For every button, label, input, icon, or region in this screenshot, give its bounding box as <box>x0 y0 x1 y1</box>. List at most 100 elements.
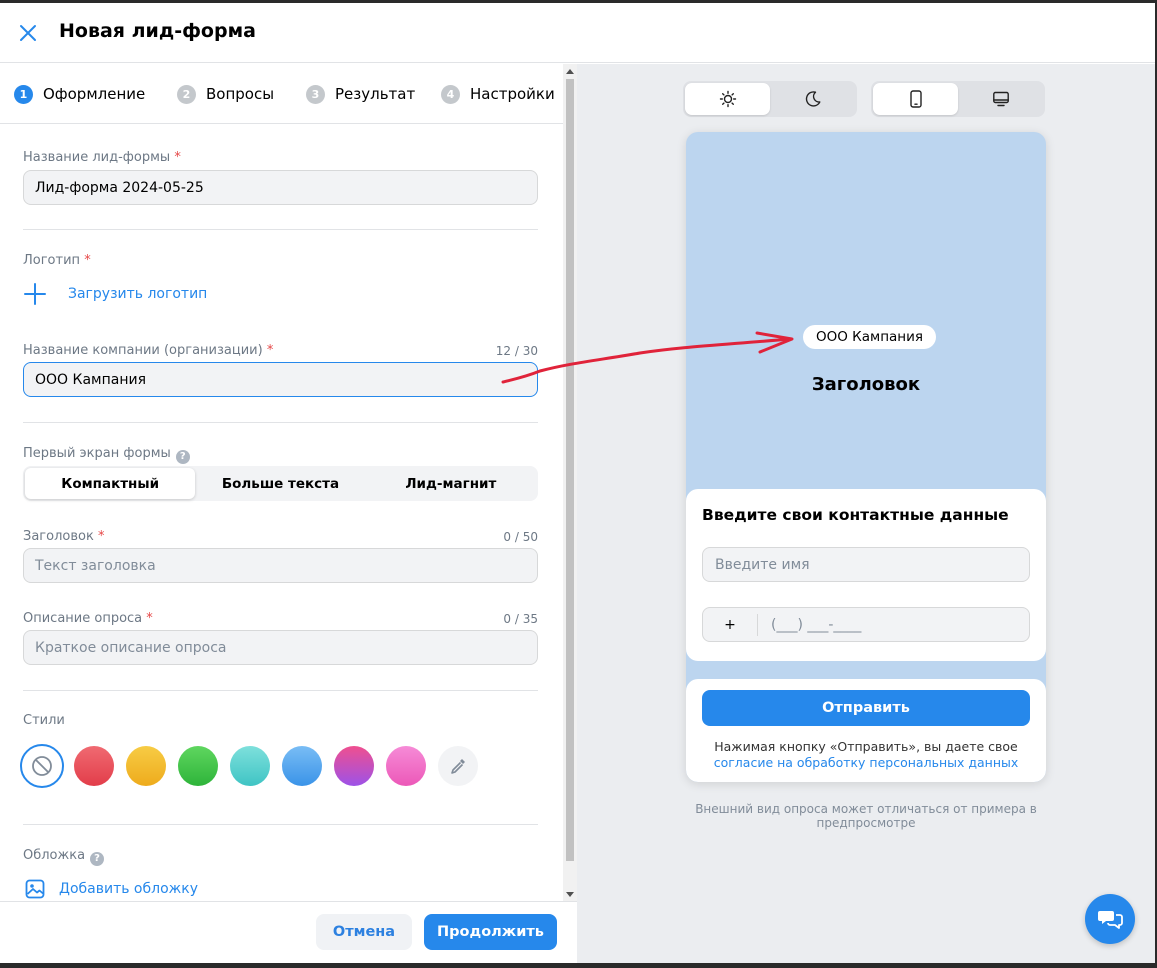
step-questions[interactable]: 2 Вопросы <box>177 84 274 104</box>
step-result[interactable]: 3 Результат <box>306 84 415 104</box>
step-settings[interactable]: 4 Настройки <box>441 84 555 104</box>
heading-label: Заголовок * <box>23 529 104 544</box>
label-text: Название компании (организации) <box>23 343 263 358</box>
heading-input[interactable]: Текст заголовка <box>23 548 538 583</box>
step-label: Настройки <box>470 85 555 103</box>
form-name-input[interactable]: Лид-форма 2024-05-25 <box>23 170 538 205</box>
first-screen-compact[interactable]: Компактный <box>25 468 196 499</box>
style-custom-color[interactable] <box>438 746 478 786</box>
label-text: Стили <box>23 713 65 728</box>
company-counter: 12 / 30 <box>495 344 538 358</box>
first-screen-more-text[interactable]: Больше текста <box>195 468 365 499</box>
divider <box>23 229 538 230</box>
continue-button[interactable]: Продолжить <box>424 914 557 950</box>
sun-icon <box>719 90 736 108</box>
help-icon[interactable]: ? <box>90 851 105 866</box>
preview-panel: ООО Кампания Заголовок Введите свои конт… <box>577 64 1155 963</box>
phone-country-prefix[interactable]: + <box>703 613 758 636</box>
desktop-icon <box>992 91 1009 107</box>
upload-logo-button[interactable]: Загрузить логотип <box>23 282 207 306</box>
submit-card: Отправить Нажимая кнопку «Отправить», вы… <box>686 679 1046 782</box>
style-pink[interactable] <box>386 746 426 786</box>
contact-card: Введите свои контактные данные Введите и… <box>686 489 1046 661</box>
heading-counter: 0 / 50 <box>503 530 538 544</box>
styles-label: Стили <box>23 713 65 728</box>
modal-footer: Отмена Продолжить <box>0 901 577 963</box>
add-cover-button[interactable]: Добавить обложку <box>25 879 198 899</box>
add-cover-label: Добавить обложку <box>59 881 198 897</box>
step-number: 2 <box>177 84 196 104</box>
step-design[interactable]: 1 Оформление <box>14 84 145 104</box>
preview-name-input[interactable]: Введите имя <box>702 547 1030 582</box>
chat-support-button[interactable] <box>1085 894 1135 944</box>
preview-title: Заголовок <box>811 374 921 395</box>
divider <box>23 422 538 423</box>
style-yellow[interactable] <box>126 746 166 786</box>
scroll-down-arrow[interactable] <box>566 892 574 897</box>
required-mark: * <box>266 343 274 358</box>
divider <box>23 824 538 825</box>
cover-label: Обложка? <box>23 848 105 866</box>
image-icon <box>25 879 45 899</box>
label-text: Название лид-формы <box>23 150 171 165</box>
device-toggle <box>871 81 1045 117</box>
required-mark: * <box>146 611 153 626</box>
mobile-view-button[interactable] <box>873 83 958 115</box>
first-screen-lead-magnet[interactable]: Лид-магнит <box>366 468 536 499</box>
description-label: Описание опроса * <box>23 611 153 626</box>
style-purple[interactable] <box>334 746 374 786</box>
style-swatches <box>20 744 490 788</box>
description-counter: 0 / 35 <box>503 612 538 626</box>
cancel-button[interactable]: Отмена <box>316 914 412 950</box>
style-blue[interactable] <box>282 746 322 786</box>
step-number: 3 <box>306 84 325 104</box>
help-icon[interactable]: ? <box>175 449 190 464</box>
style-green[interactable] <box>178 746 218 786</box>
mobile-icon <box>909 90 922 108</box>
step-number: 1 <box>14 84 33 104</box>
label-text: Первый экран формы <box>23 446 171 461</box>
company-input[interactable]: ООО Кампания <box>23 362 538 397</box>
close-icon <box>20 25 36 41</box>
chat-icon <box>1098 911 1123 929</box>
preview-company-chip: ООО Кампания <box>803 325 937 349</box>
label-text: Заголовок <box>23 529 94 544</box>
scroll-thumb[interactable] <box>566 79 574 861</box>
required-mark: * <box>97 529 105 544</box>
close-button[interactable] <box>16 21 40 45</box>
style-none[interactable] <box>20 744 64 788</box>
label-text: Описание опроса <box>23 611 143 626</box>
form-name-label: Название лид-формы * <box>23 150 181 165</box>
consent-link[interactable]: согласие на обработку персональных данны… <box>686 755 1046 771</box>
modal-title: Новая лид-форма <box>59 20 256 42</box>
form-settings-panel: 1 Оформление 2 Вопросы 3 Результат 4 Нас… <box>0 64 563 902</box>
first-screen-selector: Компактный Больше текста Лид-магнит <box>23 466 538 501</box>
first-screen-label: Первый экран формы? <box>23 446 190 464</box>
divider <box>23 690 538 691</box>
required-mark: * <box>174 150 181 165</box>
label-text: Логотип <box>23 253 81 268</box>
desktop-view-button[interactable] <box>958 83 1043 115</box>
preview-phone-input[interactable]: + (___) ___-____ <box>702 607 1030 642</box>
company-label: Название компании (организации) * <box>23 343 273 358</box>
description-input[interactable]: Краткое описание опроса <box>23 630 538 665</box>
required-mark: * <box>84 253 91 268</box>
modal-window: Новая лид-форма 1 Оформление 2 Вопросы 3… <box>0 3 1155 963</box>
style-teal[interactable] <box>230 746 270 786</box>
style-red[interactable] <box>74 746 114 786</box>
phone-mask: (___) ___-____ <box>771 616 862 633</box>
consent-sentence: Нажимая кнопку «Отправить», вы даете сво… <box>714 739 1018 754</box>
eyedropper-icon <box>451 759 465 774</box>
preview-note: Внешний вид опроса может отличаться от п… <box>695 802 1037 830</box>
scroll-up-arrow[interactable] <box>566 69 574 74</box>
light-theme-button[interactable] <box>685 83 770 115</box>
form-scrollbar[interactable] <box>563 64 577 902</box>
moon-icon <box>805 91 820 107</box>
consent-text: Нажимая кнопку «Отправить», вы даете сво… <box>686 739 1046 771</box>
preview-send-button[interactable]: Отправить <box>702 690 1030 726</box>
theme-toggle <box>683 81 857 117</box>
contact-card-title: Введите свои контактные данные <box>702 506 1009 524</box>
label-text: Обложка <box>23 848 86 863</box>
dark-theme-button[interactable] <box>770 83 855 115</box>
steps-nav: 1 Оформление 2 Вопросы 3 Результат 4 Нас… <box>0 64 563 124</box>
